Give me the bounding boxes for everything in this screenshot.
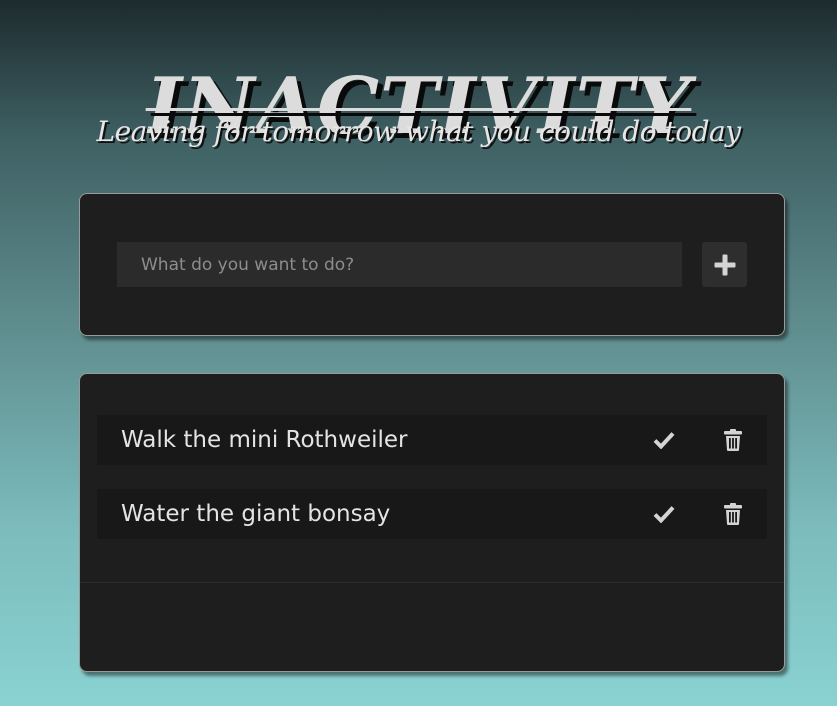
todo-input[interactable] (117, 242, 682, 287)
todo-item: Walk the mini Rothweiler (97, 415, 767, 465)
delete-button[interactable] (720, 501, 746, 527)
list-divider (80, 582, 784, 583)
add-todo-button[interactable] (702, 242, 747, 287)
trash-icon (724, 429, 742, 451)
delete-button[interactable] (720, 427, 746, 453)
complete-button[interactable] (651, 427, 677, 453)
check-icon (653, 506, 675, 523)
new-todo-card (79, 193, 785, 336)
todo-item: Water the giant bonsay (97, 489, 767, 539)
todo-list-card: Walk the mini Rothweiler Water the giant… (79, 373, 785, 672)
app-subtitle: Leaving for tomorrow what you could do t… (96, 115, 741, 148)
plus-icon (714, 254, 735, 275)
todo-item-text: Walk the mini Rothweiler (121, 427, 408, 453)
complete-button[interactable] (651, 501, 677, 527)
todo-item-text: Water the giant bonsay (121, 501, 391, 527)
todo-list: Walk the mini Rothweiler Water the giant… (97, 415, 767, 563)
check-icon (653, 432, 675, 449)
trash-icon (724, 503, 742, 525)
